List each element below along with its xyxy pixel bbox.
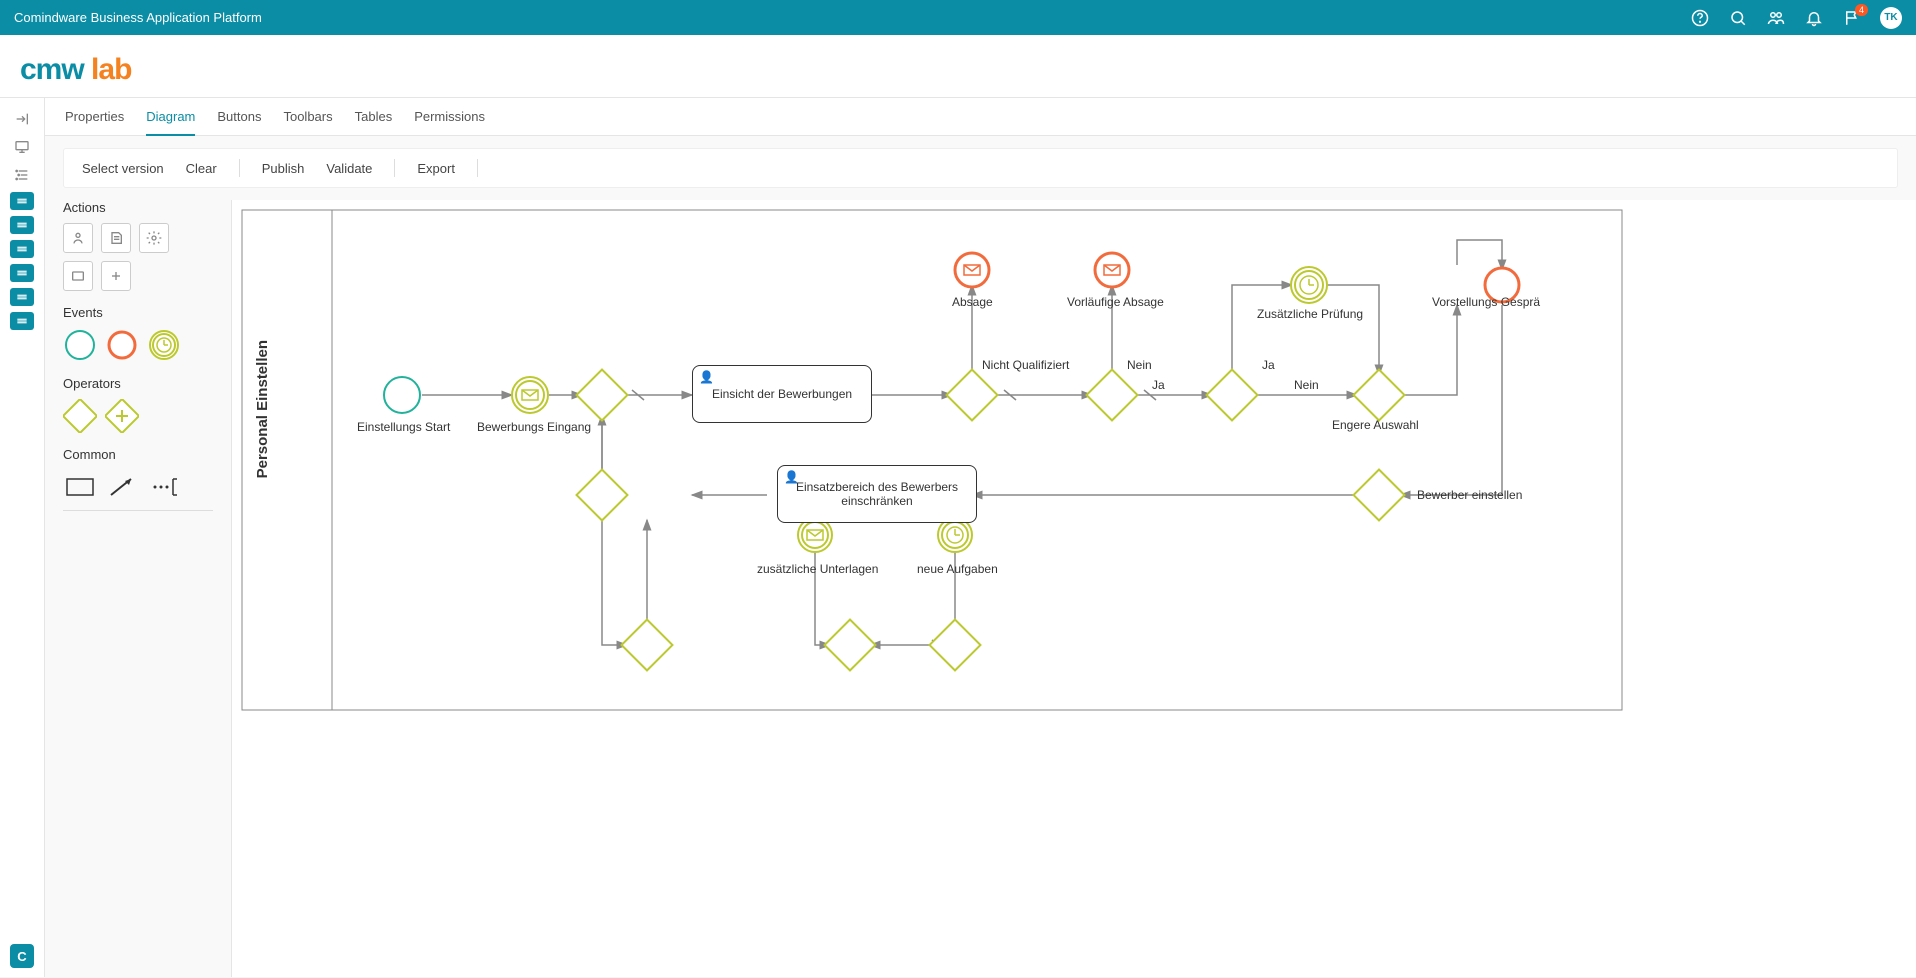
palette: Actions Events	[63, 200, 213, 977]
list-icon[interactable]	[11, 164, 33, 186]
bell-icon[interactable]	[1804, 8, 1824, 28]
tab-buttons[interactable]: Buttons	[217, 99, 261, 134]
users-icon[interactable]	[1766, 8, 1786, 28]
topbar-icons: 4 TK	[1690, 7, 1902, 29]
label-zusatz-pruef: Zusätzliche Prüfung	[1257, 307, 1363, 321]
palette-divider	[63, 510, 213, 511]
logo-bar: cmw lab	[0, 35, 1916, 98]
task-label: Einsatzbereich des Bewerbers einschränke…	[786, 480, 968, 508]
label-engere-auswahl: Engere Auswahl	[1332, 418, 1419, 432]
logo-part1: cmw	[20, 53, 84, 86]
search-icon[interactable]	[1728, 8, 1748, 28]
rail-tab-5[interactable]	[10, 288, 34, 306]
action-clear[interactable]: Clear	[186, 161, 217, 176]
label-nein1: Nein	[1127, 358, 1152, 372]
user-icon: 👤	[784, 470, 799, 484]
tab-bar: Properties Diagram Buttons Toolbars Tabl…	[45, 98, 1916, 136]
rail-tab-4[interactable]	[10, 264, 34, 282]
label-vorl-absage: Vorläufige Absage	[1067, 295, 1164, 309]
collapse-icon[interactable]	[11, 108, 33, 130]
logo: cmw lab	[20, 53, 1896, 87]
pool-label[interactable]: Personal Einstellen	[254, 340, 271, 478]
palette-gateway[interactable]	[63, 399, 97, 433]
canvas[interactable]: Personal Einstellen 👤 Einsicht der Bewer…	[231, 200, 1916, 977]
rail-tab-2[interactable]	[10, 216, 34, 234]
palette-timer-event[interactable]	[147, 328, 181, 362]
tab-tables[interactable]: Tables	[355, 99, 393, 134]
palette-flow[interactable]	[105, 470, 139, 504]
rail-tab-1[interactable]	[10, 192, 34, 210]
label-not-qualified: Nicht Qualifiziert	[982, 358, 1069, 372]
palette-user-task[interactable]	[63, 223, 93, 253]
tab-permissions[interactable]: Permissions	[414, 99, 485, 134]
notification-badge: 4	[1855, 4, 1868, 16]
label-vorstellung: Vorstellungs Gesprä	[1432, 295, 1540, 309]
label-neue-aufgaben: neue Aufgaben	[917, 562, 998, 576]
palette-operators-title: Operators	[63, 376, 213, 391]
palette-events-title: Events	[63, 305, 213, 320]
label-zusatz-unterlagen: zusätzliche Unterlagen	[757, 562, 878, 576]
task-einsatzbereich[interactable]: 👤 Einsatzbereich des Bewerbers einschrän…	[777, 465, 977, 523]
label-ja2: Ja	[1262, 358, 1275, 372]
divider	[239, 159, 240, 177]
tab-properties[interactable]: Properties	[65, 99, 124, 134]
palette-service-task[interactable]	[139, 223, 169, 253]
label-bewerber-einstellen: Bewerber einstellen	[1417, 488, 1522, 502]
flag-icon[interactable]: 4	[1842, 8, 1862, 28]
palette-start-event[interactable]	[63, 328, 97, 362]
action-bar: Select version Clear Publish Validate Ex…	[63, 148, 1898, 188]
user-avatar[interactable]: TK	[1880, 7, 1902, 29]
label-absage: Absage	[952, 295, 993, 309]
user-icon: 👤	[699, 370, 714, 384]
action-validate[interactable]: Validate	[326, 161, 372, 176]
action-select-version[interactable]: Select version	[82, 161, 164, 176]
tab-diagram[interactable]: Diagram	[146, 99, 195, 136]
palette-subprocess[interactable]	[63, 261, 93, 291]
rail-tab-3[interactable]	[10, 240, 34, 258]
divider	[477, 159, 478, 177]
tab-toolbars[interactable]: Toolbars	[283, 99, 332, 134]
label-start: Einstellungs Start	[357, 420, 450, 434]
label-nein2: Nein	[1294, 378, 1319, 392]
label-ja1: Ja	[1152, 378, 1165, 392]
left-rail: C	[0, 98, 45, 977]
topbar: Comindware Business Application Platform…	[0, 0, 1916, 35]
monitor-icon[interactable]	[11, 136, 33, 158]
palette-actions-title: Actions	[63, 200, 213, 215]
action-export[interactable]: Export	[417, 161, 455, 176]
action-publish[interactable]: Publish	[262, 161, 305, 176]
palette-gateway-plus[interactable]	[105, 399, 139, 433]
palette-common-title: Common	[63, 447, 213, 462]
task-label: Einsicht der Bewerbungen	[712, 387, 852, 401]
palette-add[interactable]	[101, 261, 131, 291]
label-msg-in: Bewerbungs Eingang	[477, 420, 591, 434]
logo-part2: lab	[91, 53, 131, 86]
help-icon[interactable]	[1690, 8, 1710, 28]
app-badge[interactable]: C	[10, 944, 34, 968]
app-title: Comindware Business Application Platform	[14, 10, 262, 25]
palette-end-event[interactable]	[105, 328, 139, 362]
rail-tab-6[interactable]	[10, 312, 34, 330]
palette-pool[interactable]	[63, 470, 97, 504]
palette-script-task[interactable]	[101, 223, 131, 253]
palette-annotation[interactable]	[147, 470, 181, 504]
divider	[394, 159, 395, 177]
task-einsicht[interactable]: 👤 Einsicht der Bewerbungen	[692, 365, 872, 423]
